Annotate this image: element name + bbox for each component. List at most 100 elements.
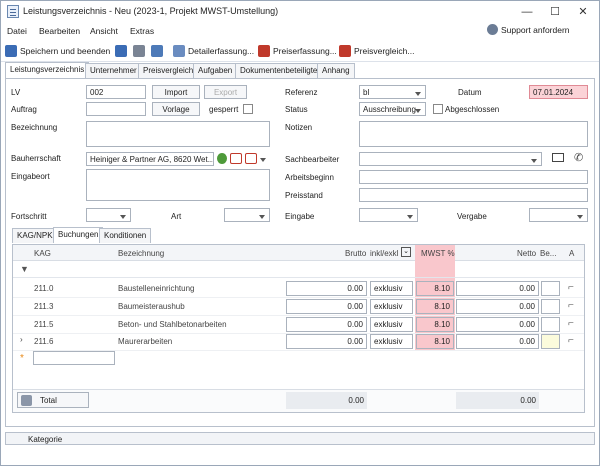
bauherr-label: Bauherrschaft [11, 154, 61, 163]
person-icon[interactable] [217, 153, 227, 164]
cell-brutto-input[interactable]: 0.00 [286, 317, 367, 332]
cell-be-input[interactable] [541, 281, 560, 296]
cell-inkl-exkl-input[interactable]: exklusiv [370, 281, 413, 296]
total-brutto: 0.00 [286, 392, 367, 409]
close-button[interactable]: ✕ [569, 3, 597, 21]
auftrag-field[interactable] [86, 102, 146, 116]
vergabe-dropdown[interactable] [529, 208, 588, 222]
new-row-star-icon: * [20, 353, 24, 364]
cell-be-input[interactable] [541, 334, 560, 349]
art-label: Art [171, 212, 182, 221]
gesperrt-checkbox[interactable] [243, 104, 253, 114]
contact-card-icon[interactable] [230, 153, 242, 164]
art-dropdown[interactable] [224, 208, 270, 222]
attachment-icon[interactable]: ⌐ [568, 335, 574, 346]
cell-mwst-input[interactable]: 8.10 [416, 317, 454, 332]
cell-netto-input[interactable]: 0.00 [456, 334, 539, 349]
tab-dokumentenbeteiligte[interactable]: Dokumentenbeteiligte [235, 63, 323, 78]
cell-netto-input[interactable]: 0.00 [456, 299, 539, 314]
preisstand-field[interactable] [359, 188, 588, 202]
eingabe-dropdown[interactable] [359, 208, 418, 222]
price-button[interactable]: Preiserfassung... [258, 43, 337, 59]
lv-field[interactable]: 002 [86, 85, 146, 99]
cell-inkl-exkl-input[interactable]: exklusiv [370, 299, 413, 314]
import-button[interactable]: Import [152, 85, 200, 99]
datum-label: Datum [458, 88, 482, 97]
subtab-buchungen[interactable]: Buchungen [53, 227, 104, 243]
col-be[interactable]: Be... [540, 249, 556, 258]
maximize-button[interactable]: ☐ [541, 3, 569, 21]
tab-unternehmer[interactable]: Unternehmer [85, 63, 142, 78]
cell-inkl-exkl-input[interactable]: exklusiv [370, 334, 413, 349]
printer-icon [133, 45, 145, 57]
export-button[interactable]: Export [204, 85, 247, 99]
bauherr-field[interactable]: Heiniger & Partner AG, 8620 Wet... [86, 152, 214, 166]
status-dropdown[interactable]: Ausschreibung [359, 102, 426, 116]
floppy-icon [115, 45, 127, 57]
support-link[interactable]: Support anfordern [487, 24, 570, 35]
sachbearbeiter-dropdown[interactable] [359, 152, 542, 166]
menu-ansicht[interactable]: Ansicht [90, 26, 118, 36]
cell-bezeichnung: Maurerarbeiten [118, 337, 173, 346]
col-a[interactable]: A [569, 249, 574, 258]
menu-bearbeiten[interactable]: Bearbeiten [39, 26, 80, 36]
attachment-icon[interactable]: ⌐ [568, 318, 574, 329]
new-row-kag-input[interactable] [33, 351, 115, 365]
print-button[interactable] [133, 43, 145, 59]
subtab-konditionen[interactable]: Konditionen [99, 228, 152, 243]
address-card-icon[interactable] [245, 153, 257, 164]
col-brutto[interactable]: Brutto [345, 249, 366, 258]
referenz-dropdown[interactable]: bl [359, 85, 426, 99]
tab-preisvergleich[interactable]: Preisvergleich [138, 63, 199, 78]
datum-field[interactable]: 07.01.2024 [529, 85, 588, 99]
cell-kag: 211.5 [34, 320, 54, 329]
phone-icon[interactable]: ✆ [574, 151, 583, 164]
save-close-button[interactable]: Speichern und beenden [5, 43, 110, 59]
minimize-button[interactable]: — [513, 3, 541, 21]
arbeitsbeginn-field[interactable] [359, 170, 588, 184]
bezeichnung-field[interactable] [86, 121, 270, 147]
cell-brutto-input[interactable]: 0.00 [286, 281, 367, 296]
col-netto[interactable]: Netto [517, 249, 536, 258]
cell-mwst-input[interactable]: 8.10 [416, 299, 454, 314]
notizen-field[interactable] [359, 121, 588, 147]
menu-datei[interactable]: Datei [7, 26, 27, 36]
cell-netto-input[interactable]: 0.00 [456, 317, 539, 332]
tab-anhang[interactable]: Anhang [317, 63, 355, 78]
mail-icon[interactable] [552, 153, 564, 162]
cell-mwst-input[interactable]: 8.10 [416, 281, 454, 296]
subtab-kag-npk[interactable]: KAG/NPK [12, 228, 58, 243]
attachment-icon[interactable]: ⌐ [568, 282, 574, 293]
cell-be-input[interactable] [541, 317, 560, 332]
col-kag[interactable]: KAG [34, 249, 51, 258]
cell-be-input[interactable] [541, 299, 560, 314]
kategorie-label: Kategorie [28, 435, 63, 444]
total-button[interactable]: Total [17, 392, 89, 408]
column-chooser-icon[interactable]: ⌄ [401, 247, 411, 257]
cell-mwst-input[interactable]: 8.10 [416, 334, 454, 349]
support-label: Support anfordern [501, 24, 570, 35]
abgeschlossen-checkbox[interactable] [433, 104, 443, 114]
compare-button[interactable]: Preisvergleich... [339, 43, 414, 59]
cell-brutto-input[interactable]: 0.00 [286, 299, 367, 314]
vorlage-button[interactable]: Vorlage [152, 102, 200, 116]
bauherr-dropdown-arrow[interactable] [259, 152, 270, 165]
menu-extras[interactable]: Extras [130, 26, 154, 36]
eingabeort-field[interactable] [86, 169, 270, 201]
col-inkl-exkl[interactable]: inkl/exkl [370, 249, 398, 258]
tab-aufgaben[interactable]: Aufgaben [193, 63, 238, 78]
col-mwst[interactable]: MWST % [421, 249, 455, 258]
attachment-icon[interactable]: ⌐ [568, 300, 574, 311]
save-button[interactable] [115, 43, 127, 59]
tab-leistungsverzeichnis[interactable]: Leistungsverzeichnis [5, 62, 90, 78]
fortschritt-dropdown[interactable] [86, 208, 131, 222]
cell-netto-input[interactable]: 0.00 [456, 281, 539, 296]
filter-icon[interactable]: ▼ [20, 264, 29, 274]
cell-inkl-exkl-input[interactable]: exklusiv [370, 317, 413, 332]
col-bezeichnung[interactable]: Bezeichnung [118, 249, 164, 258]
detail-button[interactable]: Detailerfassung... [173, 43, 254, 59]
calc-button[interactable] [151, 43, 163, 59]
sachbearbeiter-label: Sachbearbeiter [285, 155, 340, 164]
cell-brutto-input[interactable]: 0.00 [286, 334, 367, 349]
bezeichnung-label: Bezeichnung [11, 123, 58, 132]
